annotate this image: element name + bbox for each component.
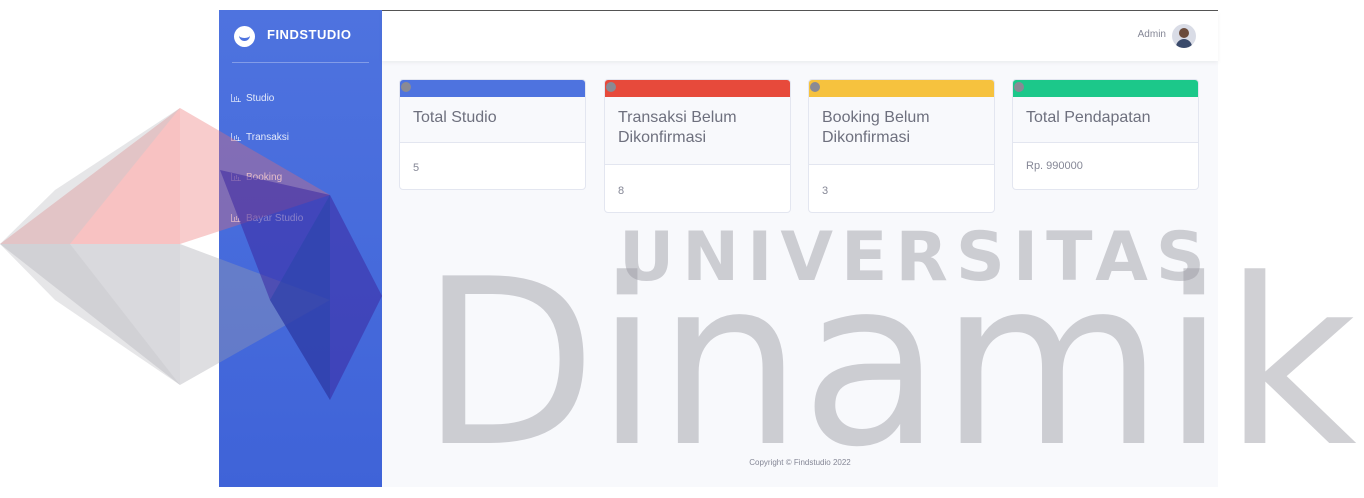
sidebar-item-booking[interactable]: Booking <box>231 168 282 186</box>
sidebar: FINDSTUDIO Studio Transaksi Booking Baya… <box>219 10 382 487</box>
sidebar-item-transaksi[interactable]: Transaksi <box>231 128 289 146</box>
sidebar-item-label: Booking <box>246 171 283 183</box>
topbar: Admin <box>382 11 1218 61</box>
card-value: 3 <box>822 185 829 197</box>
sidebar-divider <box>232 62 369 63</box>
card-header: Booking Belum Dikonfirmasi <box>809 97 994 165</box>
card-booking-belum-dikonfirmasi: Booking Belum Dikonfirmasi 3 <box>808 79 995 213</box>
main-content: Admin Total Studio 5 Transaksi Belum Dik… <box>382 11 1218 487</box>
laugh-wink-icon <box>234 26 255 47</box>
card-title: Total Studio <box>413 109 497 126</box>
user-name[interactable]: Admin <box>1138 29 1166 40</box>
card-accent-bar <box>400 80 585 97</box>
card-total-studio: Total Studio 5 <box>399 79 586 190</box>
card-title: Total Pendapatan <box>1026 109 1151 126</box>
card-accent-bar <box>605 80 790 97</box>
card-value: Rp. 990000 <box>1026 160 1083 172</box>
chart-area-icon <box>231 94 241 102</box>
circle-icon <box>1014 82 1024 92</box>
footer-copyright: Copyright © Findstudio 2022 <box>749 458 851 467</box>
sidebar-item-bayar-studio[interactable]: Bayar Studio <box>231 209 303 227</box>
user-avatar-icon[interactable] <box>1172 24 1196 48</box>
sidebar-item-label: Bayar Studio <box>246 212 304 224</box>
chart-area-icon <box>231 133 241 141</box>
circle-icon <box>810 82 820 92</box>
sidebar-item-label: Transaksi <box>246 131 289 143</box>
card-title: Transaksi Belum Dikonfirmasi <box>618 109 737 146</box>
sidebar-item-studio[interactable]: Studio <box>231 89 274 107</box>
card-total-pendapatan: Total Pendapatan Rp. 990000 <box>1012 79 1199 190</box>
card-value: 5 <box>413 162 420 174</box>
card-accent-bar <box>809 80 994 97</box>
card-header: Transaksi Belum Dikonfirmasi <box>605 97 790 165</box>
chart-area-icon <box>231 173 241 181</box>
card-value: 8 <box>618 185 625 197</box>
card-header: Total Pendapatan <box>1013 97 1198 143</box>
sidebar-brand[interactable]: FINDSTUDIO <box>219 10 382 63</box>
brand-name: FINDSTUDIO <box>267 27 352 42</box>
chart-area-icon <box>231 214 241 222</box>
sidebar-item-label: Studio <box>246 92 275 104</box>
circle-icon <box>606 82 616 92</box>
card-accent-bar <box>1013 80 1198 97</box>
card-header: Total Studio <box>400 97 585 143</box>
card-transaksi-belum-dikonfirmasi: Transaksi Belum Dikonfirmasi 8 <box>604 79 791 213</box>
circle-icon <box>401 82 411 92</box>
card-title: Booking Belum Dikonfirmasi <box>822 109 930 146</box>
